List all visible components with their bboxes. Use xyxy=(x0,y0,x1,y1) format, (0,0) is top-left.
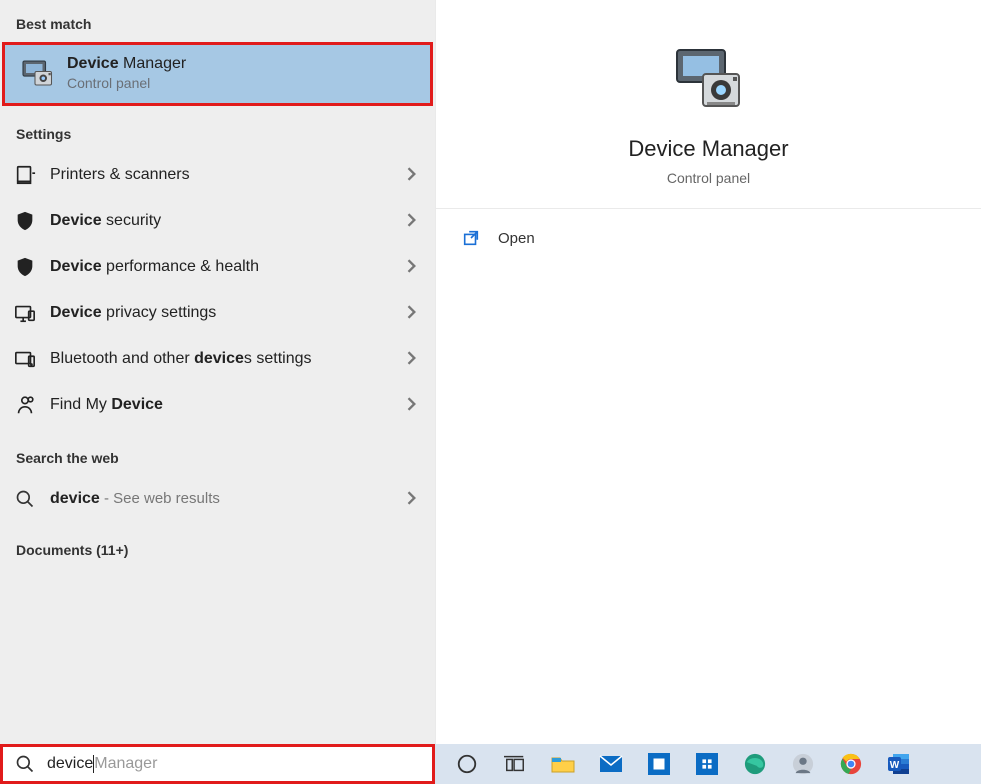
chevron-right-icon xyxy=(407,491,423,508)
result-web-search[interactable]: device - See web results xyxy=(0,476,435,522)
taskbar-app-icon[interactable] xyxy=(637,744,681,784)
taskbar: W xyxy=(435,744,981,784)
taskbar-edge-icon[interactable] xyxy=(733,744,777,784)
chevron-right-icon xyxy=(407,397,423,414)
taskbar-app-icon[interactable] xyxy=(685,744,729,784)
result-settings-device-performance[interactable]: Device performance & health xyxy=(0,244,435,290)
chevron-right-icon xyxy=(407,351,423,368)
taskbar-chrome-icon[interactable] xyxy=(829,744,873,784)
taskbar-cortana-icon[interactable] xyxy=(445,744,489,784)
chevron-right-icon xyxy=(407,213,423,230)
svg-text:W: W xyxy=(890,760,900,771)
taskbar-mail-icon[interactable] xyxy=(589,744,633,784)
taskbar-file-explorer-icon[interactable] xyxy=(541,744,585,784)
result-settings-bluetooth-devices[interactable]: Bluetooth and other devices settings xyxy=(0,336,435,382)
shield-icon xyxy=(10,255,40,279)
search-icon xyxy=(10,487,40,511)
result-text: device - See web results xyxy=(50,490,407,508)
taskbar-app-icon[interactable] xyxy=(781,744,825,784)
result-settings-find-my-device[interactable]: Find My Device xyxy=(0,382,435,428)
device-manager-icon xyxy=(669,40,749,120)
result-settings-printers-scanners[interactable]: Printers & scanners xyxy=(0,152,435,198)
result-title: Device Manager xyxy=(67,55,186,73)
chevron-right-icon xyxy=(407,167,423,184)
preview-title: Device Manager xyxy=(628,136,788,162)
section-header-web: Search the web xyxy=(0,428,435,476)
result-settings-device-security[interactable]: Device security xyxy=(0,198,435,244)
printer-icon xyxy=(10,163,40,187)
result-text: Device privacy settings xyxy=(50,304,407,322)
result-text: Printers & scanners xyxy=(50,166,407,184)
taskbar-taskview-icon[interactable] xyxy=(493,744,537,784)
open-icon xyxy=(462,229,480,247)
result-text: Find My Device xyxy=(50,396,407,414)
devices-icon xyxy=(10,301,40,325)
chevron-right-icon xyxy=(407,305,423,322)
shield-icon xyxy=(10,209,40,233)
section-header-best-match: Best match xyxy=(0,0,435,42)
search-input[interactable]: device Manager xyxy=(0,744,435,784)
result-settings-device-privacy[interactable]: Device privacy settings xyxy=(0,290,435,336)
taskbar-word-icon[interactable]: W xyxy=(877,744,921,784)
result-subtitle: Control panel xyxy=(67,75,186,91)
result-text: Device security xyxy=(50,212,407,230)
section-header-settings: Settings xyxy=(0,106,435,152)
section-header-documents: Documents (11+) xyxy=(0,522,435,568)
chevron-right-icon xyxy=(407,259,423,276)
result-best-match-device-manager[interactable]: Device Manager Control panel xyxy=(2,42,433,106)
search-icon xyxy=(15,754,35,774)
search-typed-text: device xyxy=(47,755,93,773)
search-suggestion-text: Manager xyxy=(94,755,157,773)
search-results-panel: Best match Device Manager Control panel … xyxy=(0,0,435,744)
bluetooth-devices-icon xyxy=(10,347,40,371)
preview-subtitle: Control panel xyxy=(667,170,750,186)
result-text: Bluetooth and other devices settings xyxy=(50,350,407,368)
find-my-device-icon xyxy=(10,393,40,417)
device-manager-icon xyxy=(19,56,57,90)
action-open[interactable]: Open xyxy=(436,209,981,267)
action-label: Open xyxy=(498,230,535,247)
preview-panel: Device Manager Control panel Open xyxy=(435,0,981,744)
result-text: Device performance & health xyxy=(50,258,407,276)
